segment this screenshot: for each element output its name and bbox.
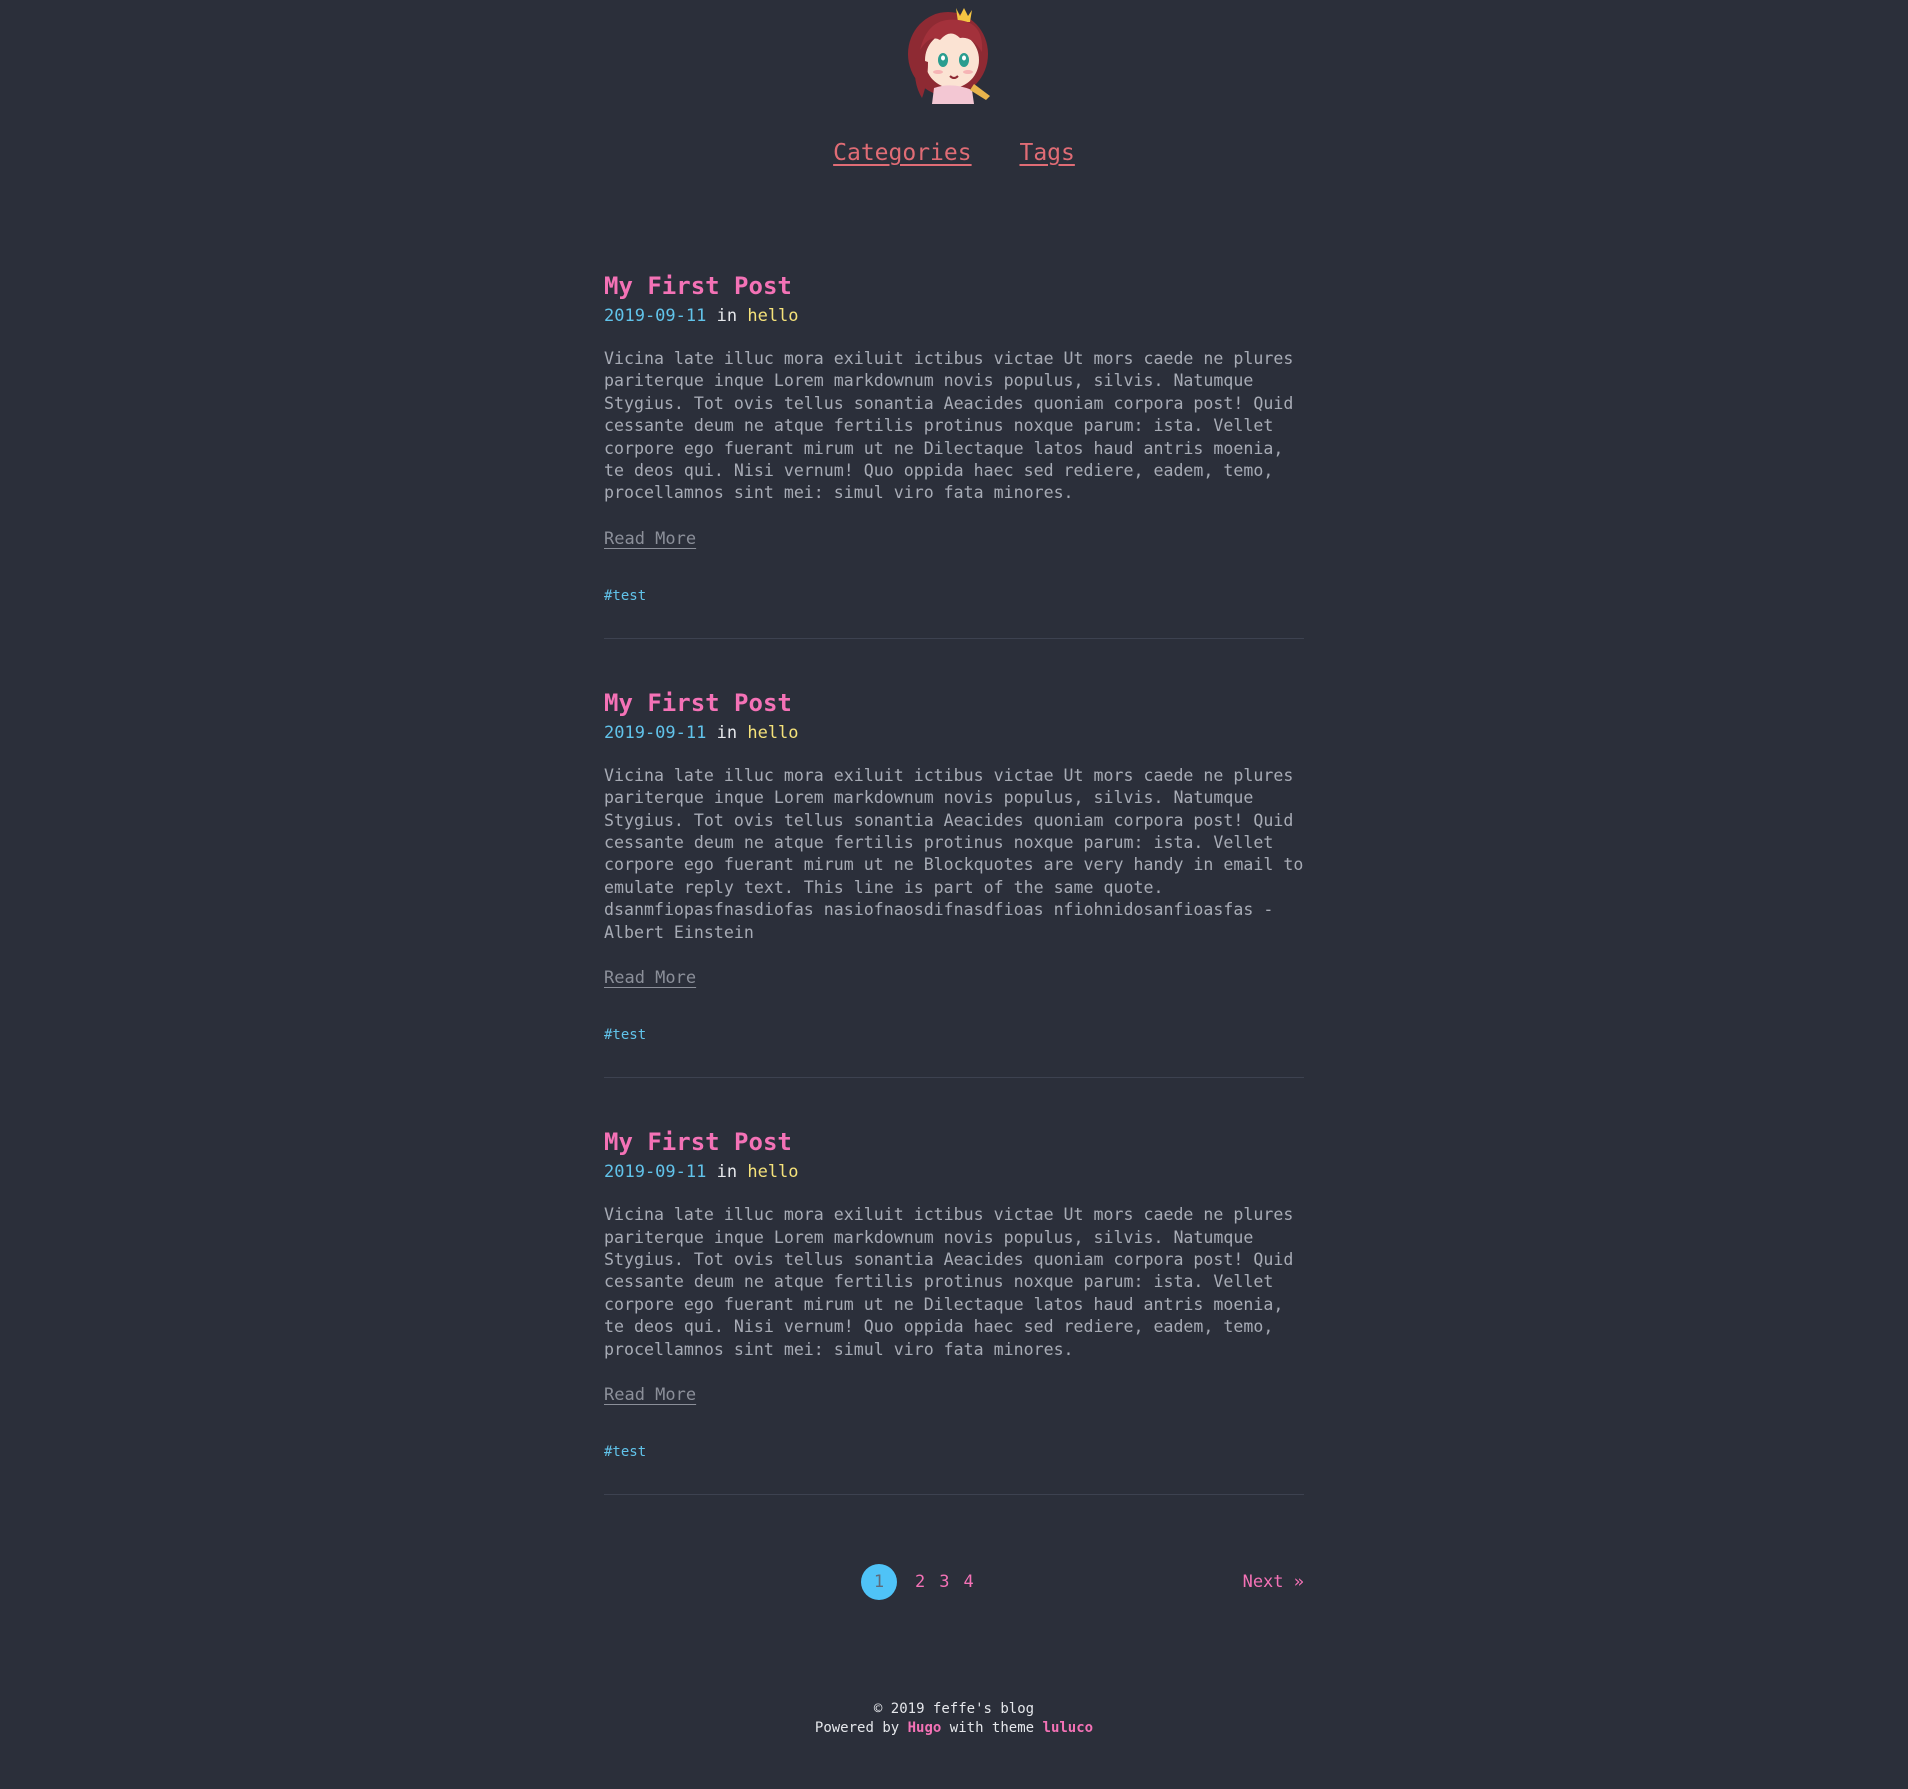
avatar[interactable] (898, 2, 1002, 104)
powered-by-line: Powered by Hugo with theme luluco (0, 1719, 1908, 1738)
post-meta: 2019-09-11 in hello (604, 304, 1304, 328)
page-numbers: 1 2 3 4 (861, 1564, 988, 1600)
post-tags: #test (604, 1441, 1304, 1494)
with-theme-text: with theme (949, 1720, 1035, 1736)
post-list: My First Post 2019-09-11 in hello Vicina… (604, 266, 1304, 1495)
footer: © 2019 feffe's blog Powered by Hugo with… (0, 1700, 1908, 1738)
post-item: My First Post 2019-09-11 in hello Vicina… (604, 1078, 1304, 1495)
theme-link[interactable]: luluco (1043, 1720, 1094, 1736)
powered-by-text: Powered by (814, 1720, 900, 1736)
post-summary: Vicina late illuc mora exiluit ictibus v… (604, 1205, 1294, 1359)
post-meta-in: in (716, 306, 738, 326)
page-4-link[interactable]: 4 (964, 1572, 974, 1592)
read-more-link[interactable]: Read More (604, 966, 696, 990)
post-title-link[interactable]: My First Post (604, 683, 1304, 719)
post-meta: 2019-09-11 in hello (604, 721, 1304, 745)
copyright-text: © 2019 feffe's blog (873, 1701, 1035, 1717)
post-item: My First Post 2019-09-11 in hello Vicina… (604, 639, 1304, 1079)
main-nav: Categories Tags (0, 137, 1908, 169)
post-meta: 2019-09-11 in hello (604, 1160, 1304, 1184)
tag-link[interactable]: #test (604, 1444, 646, 1460)
tag-link[interactable]: #test (604, 1027, 646, 1043)
pagination: 1 2 3 4 Next » (604, 1564, 1304, 1600)
post-title-link[interactable]: My First Post (604, 266, 1304, 302)
post-date: 2019-09-11 (604, 1162, 707, 1183)
page-1-button[interactable]: 1 (861, 1564, 897, 1600)
nav-categories-link[interactable]: Categories (833, 140, 971, 166)
page-2-link[interactable]: 2 (915, 1572, 925, 1592)
post-meta-in: in (716, 1162, 738, 1183)
post-meta-in: in (716, 722, 738, 743)
page: Categories Tags My First Post 2019-09-11… (0, 0, 1908, 1789)
read-more-link[interactable]: Read More (604, 1383, 696, 1407)
post-summary: Vicina late illuc mora exiluit ictibus v… (604, 765, 1304, 942)
read-more-link[interactable]: Read More (604, 527, 696, 551)
post-category-link[interactable]: hello (747, 306, 798, 326)
post-title-link[interactable]: My First Post (604, 1122, 1304, 1158)
post-tags: #test (604, 585, 1304, 638)
post-item: My First Post 2019-09-11 in hello Vicina… (604, 266, 1304, 639)
nav-tags-link[interactable]: Tags (1019, 140, 1074, 166)
post-category-link[interactable]: hello (747, 1162, 798, 1182)
post-date: 2019-09-11 (604, 722, 707, 743)
next-page-link[interactable]: Next » (1243, 1564, 1304, 1600)
post-category-link[interactable]: hello (747, 723, 798, 743)
post-tags: #test (604, 1024, 1304, 1077)
post-summary: Vicina late illuc mora exiluit ictibus v… (604, 349, 1294, 503)
hugo-link[interactable]: Hugo (908, 1720, 942, 1736)
page-3-link[interactable]: 3 (939, 1572, 949, 1592)
anime-girl-avatar-icon (908, 8, 990, 104)
tag-link[interactable]: #test (604, 588, 646, 604)
post-date: 2019-09-11 (604, 306, 707, 326)
